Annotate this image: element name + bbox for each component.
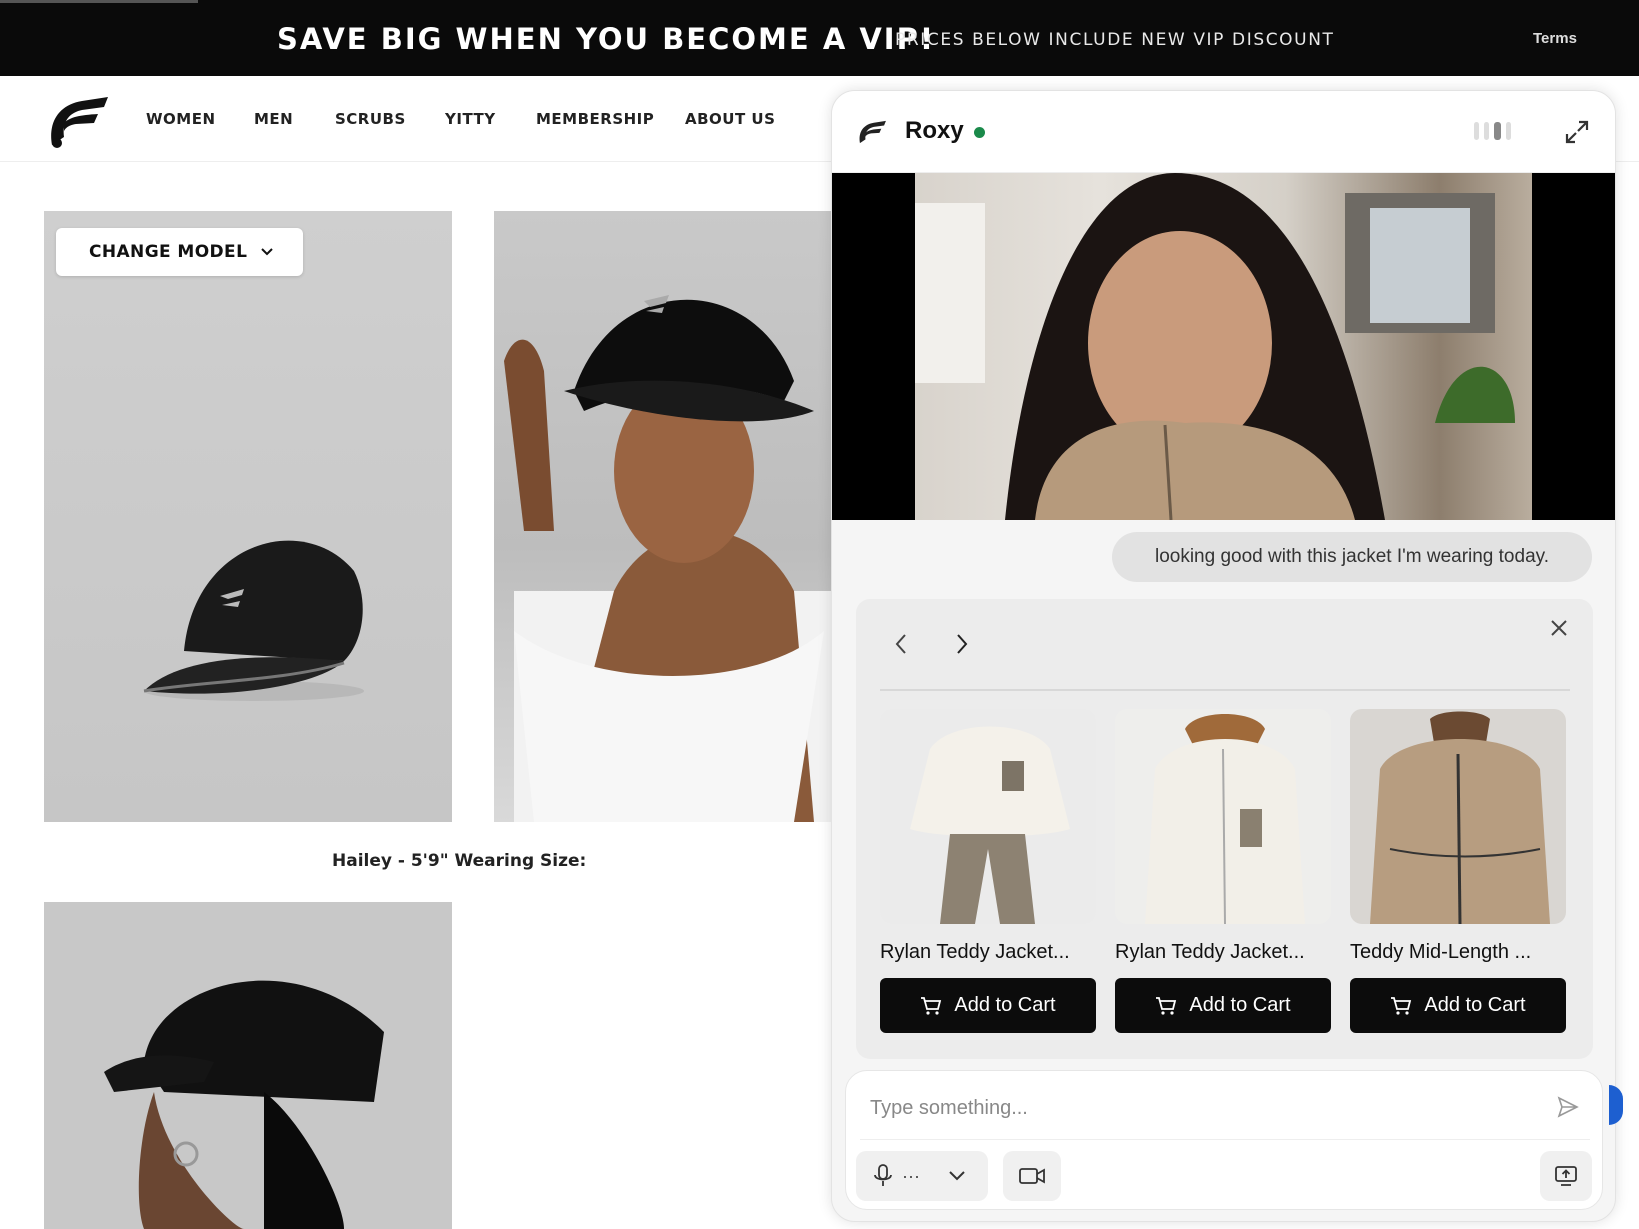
send-icon — [1557, 1096, 1579, 1118]
nav-scrubs[interactable]: SCRUBS — [335, 110, 406, 128]
mic-options-ellipsis[interactable]: ··· — [902, 1166, 920, 1187]
carousel-close-button[interactable] — [1546, 615, 1572, 641]
add-to-cart-button[interactable]: Add to Cart — [1115, 978, 1331, 1033]
product-name[interactable]: Rylan Teddy Jacket... — [1115, 941, 1331, 964]
camera-toggle-button[interactable] — [1003, 1151, 1061, 1201]
online-status-dot — [974, 127, 985, 138]
product-image-back[interactable] — [44, 902, 452, 1229]
cap-illustration — [143, 540, 364, 701]
model-back-photo — [104, 980, 384, 1229]
brand-logo[interactable] — [46, 93, 110, 149]
change-model-button[interactable]: CHANGE MODEL — [56, 228, 303, 276]
product-name[interactable]: Teddy Mid-Length ... — [1350, 941, 1566, 964]
model-photo — [504, 295, 834, 822]
carousel-divider — [880, 689, 1570, 691]
screen-share-icon — [1555, 1166, 1577, 1186]
promo-subline: PRICES BELOW INCLUDE NEW VIP DISCOUNT — [895, 30, 1335, 50]
video-camera-icon — [1019, 1168, 1045, 1184]
product-image[interactable] — [1115, 709, 1331, 924]
nav-men[interactable]: MEN — [254, 110, 293, 128]
chat-header: Roxy — [832, 91, 1615, 173]
add-to-cart-label: Add to Cart — [1189, 994, 1291, 1016]
add-to-cart-label: Add to Cart — [1424, 994, 1526, 1016]
chevron-down-icon — [261, 248, 274, 256]
terms-link[interactable]: Terms — [1533, 30, 1577, 47]
add-to-cart-label: Add to Cart — [954, 994, 1056, 1016]
product-image[interactable] — [1350, 709, 1566, 924]
video-feed — [832, 173, 1615, 520]
jacket-photo — [1370, 711, 1550, 924]
product-card[interactable]: Rylan Teddy Jacket... Add to Cart — [1115, 709, 1331, 1033]
nav-women[interactable]: WOMEN — [146, 110, 216, 128]
promo-banner: SAVE BIG WHEN YOU BECOME A VIP! PRICES B… — [0, 0, 1639, 76]
product-image-model[interactable] — [494, 211, 834, 822]
nav-membership[interactable]: MEMBERSHIP — [536, 110, 654, 128]
jacket-photo — [910, 726, 1070, 924]
product-card[interactable]: Rylan Teddy Jacket... Add to Cart — [880, 709, 1096, 1033]
product-image-hat[interactable] — [44, 211, 452, 822]
jacket-photo — [1145, 714, 1305, 924]
user-camera-frame — [915, 173, 1532, 520]
send-button[interactable] — [1552, 1091, 1584, 1123]
microphone-control[interactable]: ··· — [856, 1151, 988, 1201]
change-model-label: CHANGE MODEL — [89, 242, 248, 262]
message-composer: ··· — [845, 1070, 1603, 1210]
product-carousel: Rylan Teddy Jacket... Add to Cart Rylan … — [856, 599, 1593, 1059]
screen-share-button[interactable] — [1540, 1151, 1592, 1201]
expand-icon[interactable] — [1564, 119, 1590, 145]
page-side-tab[interactable] — [1609, 1085, 1623, 1125]
chevron-right-icon — [957, 634, 968, 654]
product-card[interactable]: Teddy Mid-Length ... Add to Cart — [1350, 709, 1566, 1033]
nav-yitty[interactable]: YITTY — [445, 110, 496, 128]
nav-about-us[interactable]: ABOUT US — [685, 110, 775, 128]
audio-level-indicator — [1474, 122, 1511, 140]
microphone-icon[interactable] — [874, 1164, 892, 1188]
composer-divider — [860, 1139, 1590, 1140]
cart-icon — [1156, 996, 1177, 1015]
cart-icon — [1391, 996, 1412, 1015]
add-to-cart-button[interactable]: Add to Cart — [880, 978, 1096, 1033]
promo-headline: SAVE BIG WHEN YOU BECOME A VIP! — [277, 22, 936, 56]
cart-icon — [921, 996, 942, 1015]
product-image[interactable] — [880, 709, 1096, 924]
brand-logo-small — [859, 120, 886, 144]
carousel-prev-button[interactable] — [886, 629, 916, 659]
user-video — [915, 173, 1515, 520]
user-message-bubble: looking good with this jacket I'm wearin… — [1112, 532, 1592, 582]
carousel-next-button[interactable] — [947, 629, 977, 659]
model-caption: Hailey - 5'9" Wearing Size: — [332, 851, 587, 871]
message-input[interactable] — [870, 1089, 1510, 1127]
agent-name: Roxy — [905, 117, 964, 144]
chevron-left-icon — [895, 634, 906, 654]
chat-widget: Roxy looking good with this jacket I'm w… — [831, 90, 1616, 1222]
add-to-cart-button[interactable]: Add to Cart — [1350, 978, 1566, 1033]
chevron-down-icon[interactable] — [948, 1170, 966, 1182]
product-name[interactable]: Rylan Teddy Jacket... — [880, 941, 1096, 964]
close-icon — [1551, 620, 1567, 636]
loading-progress — [0, 0, 198, 3]
